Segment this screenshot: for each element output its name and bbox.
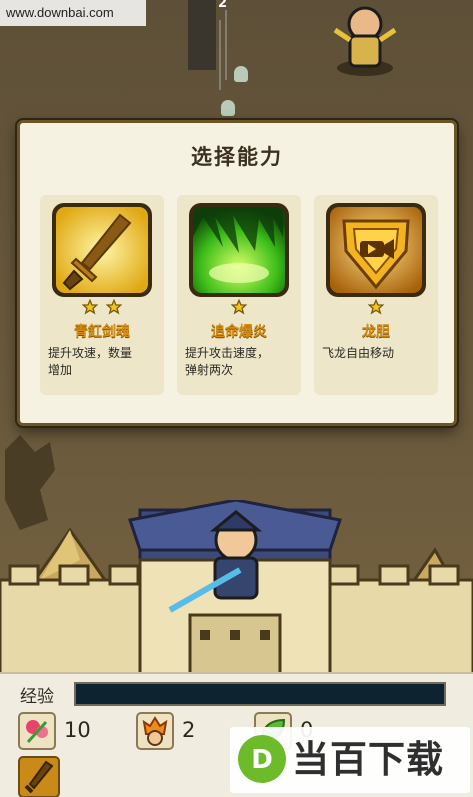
resource-value: 10 [64, 718, 91, 742]
falling-projectile [188, 0, 227, 90]
svg-text:D: D [251, 745, 273, 775]
ability-card-sword[interactable]: 青釭剑魂 提升攻速，数量 增加 [40, 195, 164, 395]
ghost-enemy [221, 100, 235, 116]
top-counter: 2 [218, 0, 228, 11]
enemy-general [333, 6, 397, 76]
ability-name: 追命爆炎 [211, 324, 267, 340]
resource-flower: 10 [18, 712, 128, 752]
ability-description: 飞龙自由移动 [322, 346, 395, 360]
star-icon [105, 299, 122, 315]
fire-demon-icon [136, 712, 174, 750]
site-watermark: www.downbai.com [0, 0, 146, 26]
ability-name: 龙胆 [362, 324, 390, 340]
resource-value: 2 [182, 718, 196, 742]
ghost-enemy [234, 66, 248, 82]
ability-card-flame[interactable]: 追命爆炎 提升攻击速度， 弹射两次 [177, 195, 301, 395]
ability-name: 青釭剑魂 [74, 324, 130, 340]
dragon-shield-video-icon [330, 207, 422, 293]
downbai-watermark: D 当百下载 [230, 727, 470, 793]
star-rating [177, 299, 301, 317]
downbai-logo-icon: D [238, 735, 286, 783]
star-icon [231, 299, 247, 315]
exp-progress-bar [74, 682, 446, 706]
sword-icon [56, 207, 148, 293]
modal-title: 选择能力 [191, 145, 283, 169]
exp-label: 经验 [20, 687, 54, 707]
ability-description: 提升攻击速度， 弹射两次 [185, 346, 270, 377]
watermark-text: 当百下载 [292, 738, 444, 781]
star-rating [314, 299, 438, 317]
ability-card-dragon[interactable]: 龙胆 飞龙自由移动 [314, 195, 438, 395]
skill-slot[interactable] [18, 756, 60, 797]
star-icon [368, 299, 384, 315]
star-rating [40, 299, 164, 317]
castle-wall [0, 500, 473, 680]
sword-skill-icon [24, 760, 54, 794]
ability-description: 提升攻速，数量 增加 [48, 346, 133, 377]
ability-select-modal: 选择能力 青釭剑魂 提升攻速，数量 增加 追命爆炎 提升攻击速度， 弹射两次 龙… [17, 120, 457, 426]
green-flame-icon [193, 207, 285, 293]
flower-icon [18, 712, 56, 750]
star-icon [82, 299, 99, 315]
